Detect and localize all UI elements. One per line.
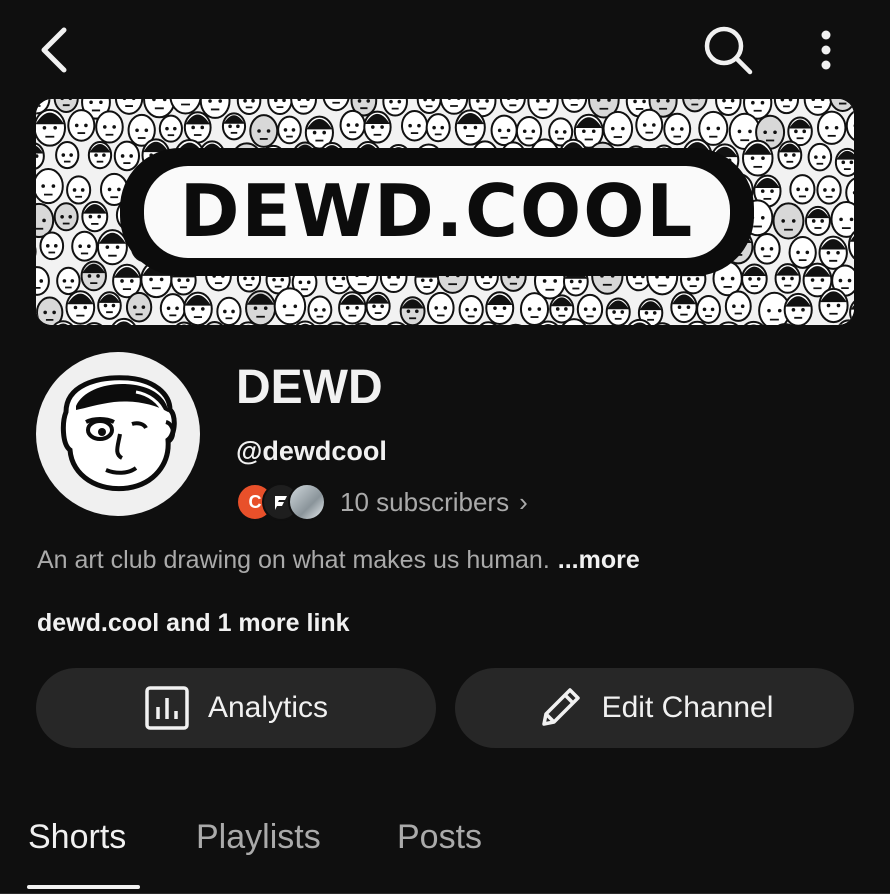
edit-channel-button[interactable]: Edit Channel [455,668,854,748]
channel-name: DEWD [236,361,383,414]
pencil-icon [541,688,580,726]
back-arrow-icon [41,27,67,73]
subscriber-count: 10 subscribers [340,486,510,517]
channel-avatar[interactable] [36,352,200,516]
banner-crowd-pattern [36,99,854,325]
subscribers-row[interactable]: C 10 subscribers › [236,482,528,522]
tab-posts[interactable]: Posts [397,818,482,857]
avatar-face-illustration [60,375,177,492]
channel-links[interactable]: dewd.cool and 1 more link [37,609,350,638]
analytics-icon [145,686,189,730]
search-button[interactable] [696,18,760,82]
active-tab-indicator [27,885,140,889]
tab-shorts[interactable]: Shorts [28,818,126,857]
chevron-right-icon: › [519,486,528,517]
channel-handle: @dewdcool [236,436,387,466]
channel-description[interactable]: An art club drawing on what makes us hum… [37,546,640,575]
more-options-button[interactable] [800,20,852,80]
search-icon [704,26,753,75]
description-more-link[interactable]: ...more [558,546,640,574]
tab-playlists[interactable]: Playlists [196,818,321,857]
description-text: An art club drawing on what makes us hum… [37,546,550,574]
channel-banner: DEWD.COOL [36,99,854,325]
back-button[interactable] [26,20,82,80]
edit-channel-label: Edit Channel [601,691,774,724]
analytics-button[interactable]: Analytics [36,668,436,748]
analytics-label: Analytics [207,691,329,724]
subscriber-avatar [288,483,326,521]
channel-tabs: Shorts Playlists Posts [0,800,890,894]
top-bar [0,0,890,100]
more-vertical-icon [821,30,831,70]
